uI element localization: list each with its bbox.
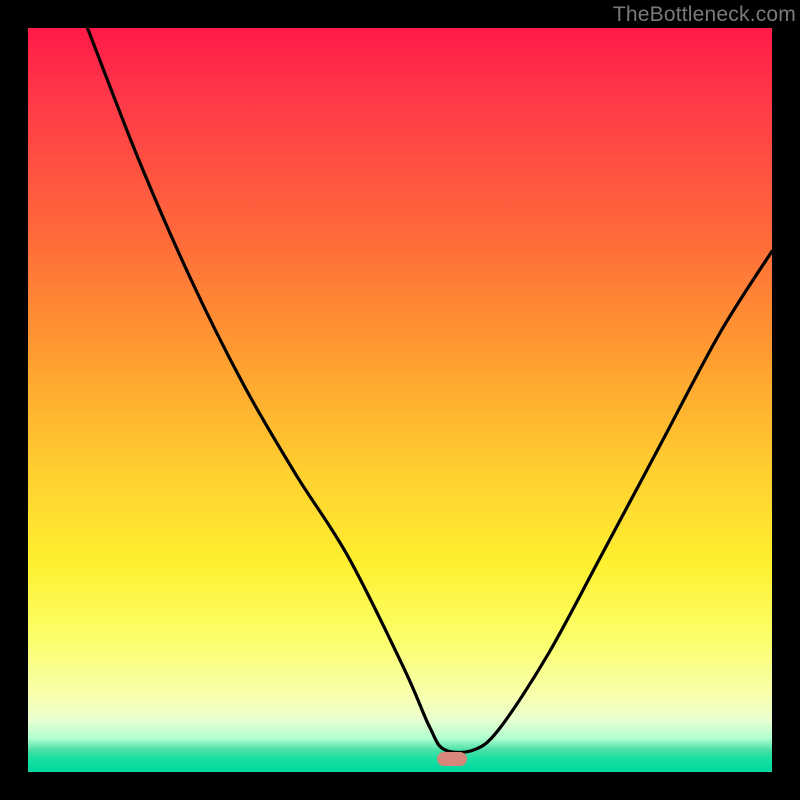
bottleneck-curve — [28, 28, 772, 772]
bottleneck-marker — [437, 752, 467, 766]
plot-area — [28, 28, 772, 772]
watermark-text: TheBottleneck.com — [613, 3, 796, 27]
chart-frame: TheBottleneck.com — [0, 0, 800, 800]
